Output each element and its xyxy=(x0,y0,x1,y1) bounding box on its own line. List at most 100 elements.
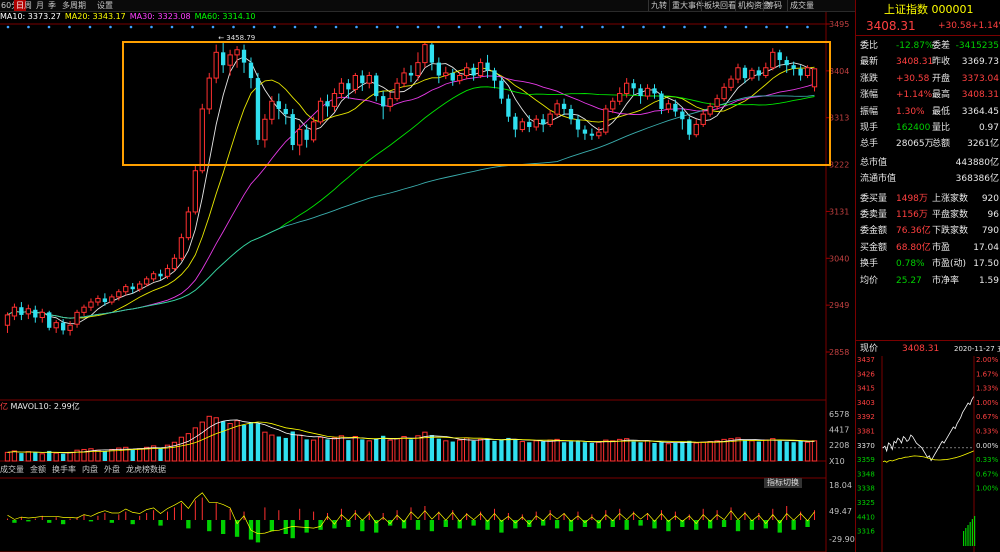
candle-body xyxy=(652,88,657,94)
price-tick-label: 3131 xyxy=(829,207,849,216)
quote-row-value: 3408.31 xyxy=(896,57,934,68)
candle-body xyxy=(804,67,811,76)
indicator-bar xyxy=(415,520,421,530)
intraday-left-tick: 3403 xyxy=(857,399,875,407)
event-dot xyxy=(703,25,707,29)
quote-row-label2: 最低 xyxy=(932,106,951,117)
quote-row-value2: 96 xyxy=(987,210,999,220)
candle-body xyxy=(770,51,776,69)
volume-bar xyxy=(283,437,288,461)
intraday-value: 3408.31 xyxy=(902,344,940,354)
quote-row: 委卖量 1156万 平盘家数 96 xyxy=(856,207,1000,223)
candle-body xyxy=(756,70,762,76)
peak-annotation: ← 3458.79 xyxy=(218,34,255,42)
ma-line xyxy=(7,86,815,319)
candle-body xyxy=(464,67,470,76)
indicator-bar xyxy=(721,520,727,527)
event-dot xyxy=(129,25,133,29)
volume-tick-label: X10 xyxy=(829,457,845,466)
volume-bar xyxy=(680,441,685,461)
volume-bar xyxy=(346,440,351,461)
candle-body xyxy=(67,324,73,331)
bottom-tab[interactable]: 换手率 xyxy=(52,465,76,474)
candle-body xyxy=(638,88,643,97)
intraday-right-tick: 1.00% xyxy=(976,399,999,407)
intraday-price-line xyxy=(882,396,975,462)
intraday-left-tick: 3316 xyxy=(857,528,875,536)
volume-bar xyxy=(693,442,699,462)
quote-row-label: 总手 xyxy=(860,139,879,150)
volume-bar xyxy=(297,434,303,462)
volume-unit: 亿 xyxy=(0,402,8,411)
candle-body xyxy=(513,116,518,130)
candle-body xyxy=(610,100,616,110)
candle-body xyxy=(644,87,651,97)
quote-row-label: 买金额 xyxy=(860,242,888,253)
quote-row-label: 均价 xyxy=(860,275,879,286)
bottom-tab[interactable]: 龙虎榜数据 xyxy=(126,465,166,474)
indicator-bar xyxy=(304,520,309,533)
volume-bar xyxy=(255,423,261,461)
candle-body xyxy=(95,297,101,303)
volume-bar xyxy=(603,439,609,462)
bottom-tab[interactable]: 外盘 xyxy=(104,465,120,474)
bottom-tab[interactable]: 内盘 xyxy=(82,465,98,474)
indicator-tick-label: 49.47 xyxy=(829,507,852,516)
volume-bar xyxy=(25,451,32,462)
candle-body xyxy=(568,108,574,120)
quote-row-label2: 上涨家数 xyxy=(932,193,969,204)
indicator-bar xyxy=(749,520,755,530)
indicator-bar xyxy=(471,520,476,526)
quote-row-label: 委比 xyxy=(860,41,879,51)
volume-bar xyxy=(798,440,803,461)
indicator-switch-button[interactable]: 指标切换 xyxy=(764,478,802,488)
indicator-tick-label: -29.90 xyxy=(829,535,855,544)
volume-bar xyxy=(60,453,66,461)
bottom-tab[interactable]: 金额 xyxy=(30,465,46,474)
volume-bar xyxy=(589,442,595,461)
volume-bar xyxy=(485,438,490,461)
bottom-tab[interactable]: 成交量 xyxy=(0,465,24,474)
event-dot xyxy=(519,25,522,29)
intraday-right-tick: 0.33% xyxy=(976,428,999,436)
quote-row: 总市值 443880亿 xyxy=(856,155,1000,171)
volume-tick-label: 2208 xyxy=(829,441,849,450)
volume-bar xyxy=(33,452,38,461)
quote-row-label2: 平盘家数 xyxy=(932,210,969,220)
candle-body xyxy=(387,98,393,107)
event-dot xyxy=(642,25,645,29)
event-dot xyxy=(109,25,112,29)
event-dot xyxy=(232,25,235,29)
intraday-left-tick: 3370 xyxy=(857,442,875,450)
volume-bar xyxy=(116,447,122,462)
quote-row-value2: 920 xyxy=(981,193,999,204)
candle-body xyxy=(143,278,150,285)
event-dot xyxy=(293,25,297,29)
quote-row-value: 68.80亿 xyxy=(896,242,931,253)
volume-bar xyxy=(19,453,24,461)
intraday-left-tick: 4410 xyxy=(857,513,875,521)
volume-bar xyxy=(638,442,643,461)
volume-bar xyxy=(11,450,18,462)
volume-bar xyxy=(178,436,185,462)
volume-bar xyxy=(721,438,727,462)
volume-bar xyxy=(374,438,379,461)
volume-bar xyxy=(137,448,143,462)
candle-body xyxy=(408,72,414,76)
volume-bar xyxy=(67,451,73,462)
indicator-bar xyxy=(791,520,796,530)
volume-bar xyxy=(804,441,811,462)
volume-bar xyxy=(4,451,11,462)
candle-body xyxy=(499,80,504,99)
intraday-right-tick: 1.33% xyxy=(976,385,999,393)
event-dot xyxy=(68,25,71,29)
volume-bar xyxy=(499,439,504,461)
event-dot xyxy=(621,25,625,29)
quote-row-label2: 市净率 xyxy=(932,275,960,286)
price-tick-label: 3222 xyxy=(829,161,849,170)
volume-bar xyxy=(561,442,567,461)
candle-body xyxy=(192,170,198,213)
volume-bar xyxy=(547,439,553,462)
candle-body xyxy=(234,49,240,56)
candle-body xyxy=(81,306,87,313)
